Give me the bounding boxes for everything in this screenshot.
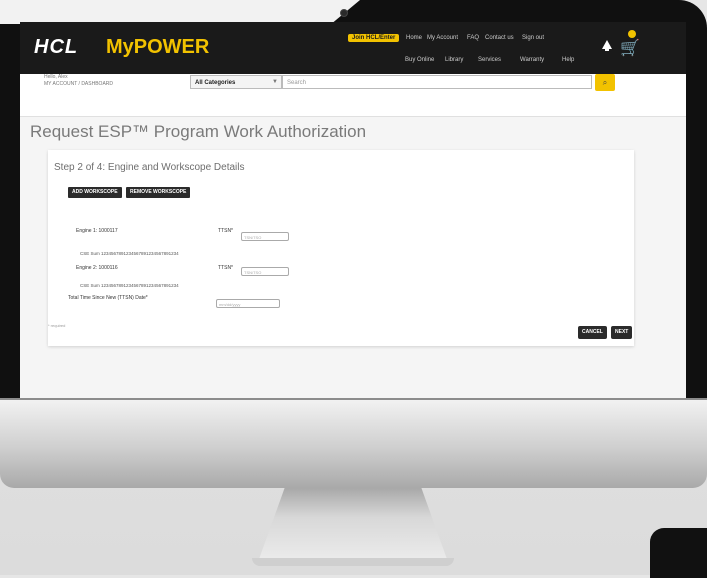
account-greeting[interactable]: Hello, Alex MY ACCOUNT / DASHBOARD [44, 74, 113, 88]
total-hours-input[interactable]: mm/dd/yyyy [216, 299, 280, 308]
engine-1-tsn-label: TTSN* [218, 228, 233, 234]
top-link-sign-out[interactable]: Sign out [522, 35, 544, 41]
next-button[interactable]: NEXT [611, 326, 633, 339]
page-title: Request ESP™ Program Work Authorization [30, 122, 367, 141]
mypower-logo[interactable]: MyPOWER [106, 36, 209, 59]
cart-badge [628, 30, 636, 38]
greeting-line: Hello, Alex [44, 74, 68, 80]
engine-1-tsn-input[interactable]: TSN/TSO [241, 232, 289, 241]
engine-1-label: Engine 1: 1000117 [76, 228, 118, 234]
top-link-home[interactable]: Home [406, 35, 422, 41]
bell-clapper [605, 49, 609, 51]
engine-1-sub-label: CSE Sum 1234567891234567891234567891234 [80, 251, 179, 256]
workscope-card [48, 150, 634, 346]
top-link-faq[interactable]: FAQ [467, 35, 479, 41]
remove-workscope-button[interactable]: REMOVE WORKSCOPE [126, 187, 191, 198]
chevron-down-icon[interactable]: ▼ [268, 75, 282, 89]
monitor-stand [258, 488, 448, 562]
top-navbar: HCL MyPOWER Join HCL/Enter Home My Accou… [20, 22, 686, 74]
nav-link-warranty[interactable]: Warranty [520, 57, 544, 63]
notification-bell-icon[interactable] [602, 40, 612, 49]
search-input[interactable]: Search [282, 75, 592, 89]
required-note: * required [48, 323, 66, 328]
engine-2-sub-label: CSE Sum 1234567891234567891234567891234 [80, 283, 179, 288]
hcl-logo[interactable]: HCL [34, 36, 78, 59]
register-button[interactable]: Join HCL/Enter [348, 34, 400, 42]
stand-base [252, 558, 454, 566]
top-link-contact[interactable]: Contact us [485, 35, 514, 41]
engine-2-tsn-input[interactable]: TSN/TSO [241, 267, 289, 276]
bezel-reflection [0, 0, 360, 24]
cart-icon[interactable]: 🛒 [620, 38, 640, 58]
search-icon[interactable]: ⌕ [595, 74, 615, 91]
nav-link-library[interactable]: Library [445, 57, 463, 63]
corner-shape [650, 528, 707, 578]
account-link[interactable]: MY ACCOUNT / DASHBOARD [44, 81, 113, 88]
step-title: Step 2 of 4: Engine and Workscope Detail… [54, 162, 245, 173]
top-link-my-account[interactable]: My Account [427, 35, 458, 41]
monitor-chin [0, 398, 707, 488]
nav-link-buy-online[interactable]: Buy Online [405, 57, 434, 63]
chin-divider [0, 398, 707, 400]
nav-link-help[interactable]: Help [562, 57, 574, 63]
webcam-icon [340, 9, 348, 17]
nav-link-services[interactable]: Services [478, 57, 501, 63]
total-hours-label: Total Time Since New (TTSN) Date* [68, 295, 148, 301]
engine-2-tsn-label: TTSN* [218, 265, 233, 271]
engine-2-label: Engine 2: 1000116 [76, 265, 118, 271]
cancel-button[interactable]: CANCEL [578, 326, 607, 339]
add-workscope-button[interactable]: ADD WORKSCOPE [68, 187, 122, 198]
